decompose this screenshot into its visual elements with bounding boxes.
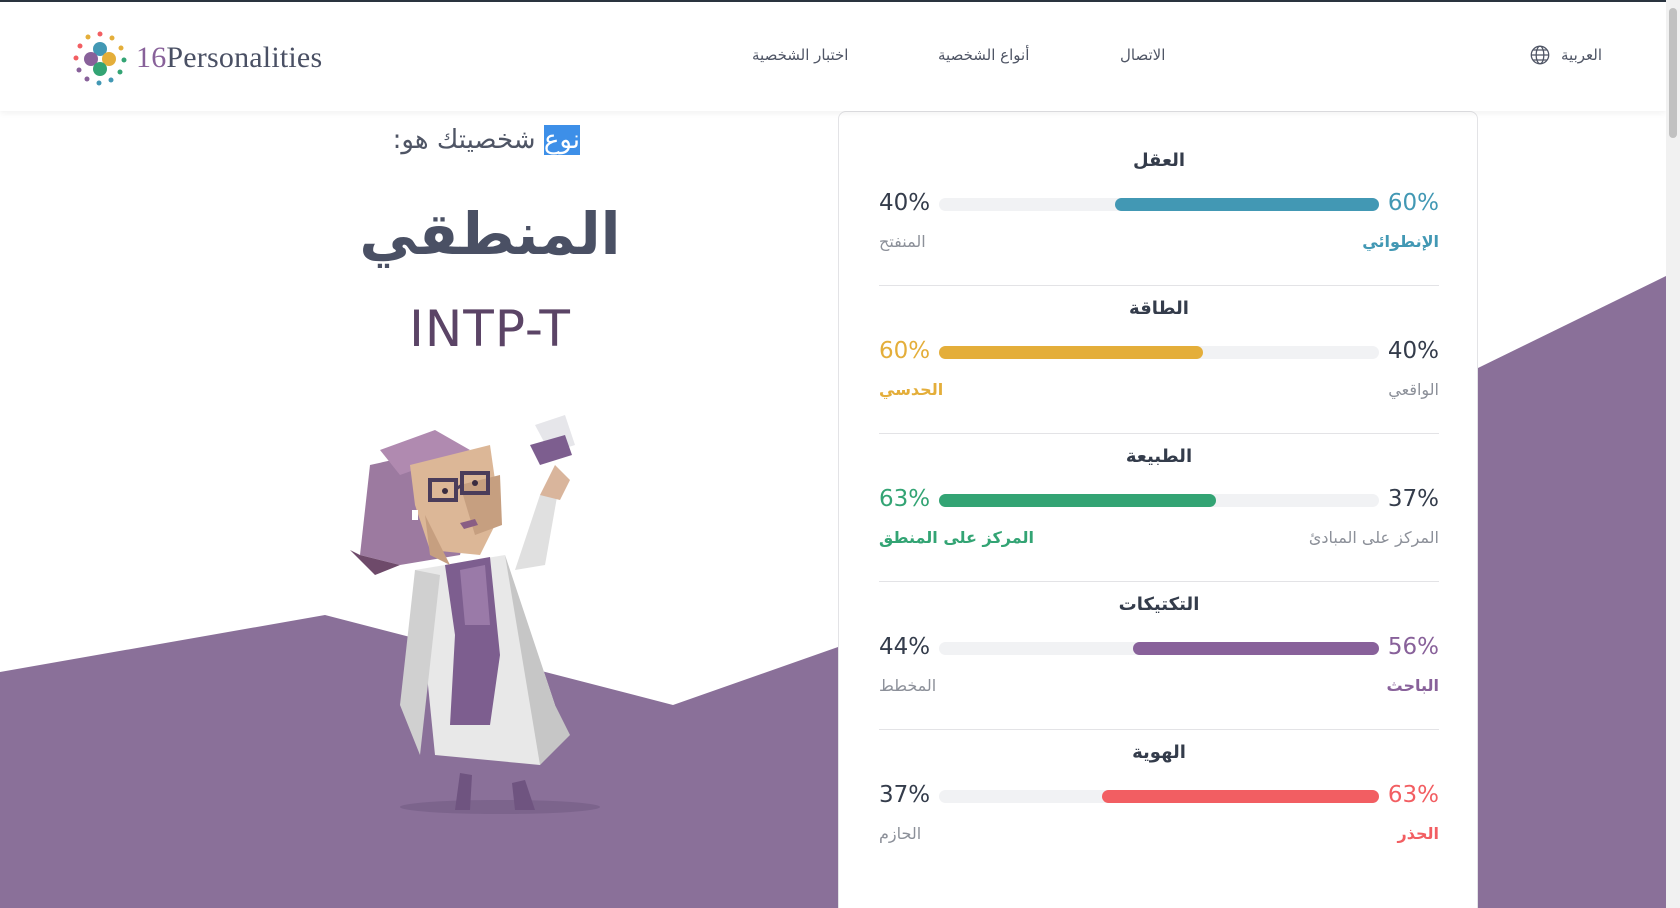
globe-icon [1530, 45, 1550, 65]
trait-left-label: المنفتح [879, 232, 926, 251]
scrollbar[interactable] [1666, 0, 1680, 908]
trait-row: الطبيعة 63% 37% المركز على المنطق المركز على… [879, 446, 1439, 596]
trait-left-percent: 44% [879, 634, 931, 660]
personality-type-name: المنطقي [359, 200, 621, 268]
trait-left-label: المخطط [879, 676, 937, 695]
nav-contact[interactable]: الاتصال [1120, 46, 1165, 64]
trait-right-label: الحذر [1397, 824, 1439, 843]
trait-divider [879, 433, 1439, 434]
trait-bar-track [939, 790, 1379, 803]
trait-bar-fill [1133, 642, 1379, 655]
intro-text: شخصيتك هو: [392, 125, 544, 155]
trait-title: العقل [1132, 150, 1186, 171]
logo-text: 16Personalities [136, 41, 322, 75]
trait-right-percent: 56% [1387, 634, 1439, 660]
trait-left-label: الحدسي [879, 380, 944, 399]
trait-results-card: العقل 40% 60% المنفتح الإنطوائي الطاقة 60% 40% ا… [838, 111, 1478, 908]
result-intro: نوع شخصيتك هو: [380, 125, 580, 155]
trait-right-label: الإنطوائي [1362, 232, 1439, 251]
language-label: العربية [1561, 46, 1602, 64]
trait-left-label: المركز على المنطق [879, 528, 1034, 547]
trait-divider [879, 285, 1439, 286]
trait-left-label: الحازم [879, 824, 922, 843]
trait-left-percent: 63% [879, 486, 931, 512]
personality-type-code: INTP-T [409, 300, 571, 358]
trait-divider [879, 581, 1439, 582]
trait-title: الهوية [1132, 742, 1186, 763]
language-selector[interactable]: العربية [1529, 44, 1602, 66]
trait-bar-track [939, 346, 1379, 359]
trait-right-percent: 60% [1387, 190, 1439, 216]
trait-title: الطاقة [1129, 298, 1189, 319]
selected-text: نوع [543, 125, 580, 155]
trait-bar-track [939, 494, 1379, 507]
trait-bar-fill [939, 494, 1216, 507]
scientist-illustration [350, 415, 600, 814]
trait-left-percent: 37% [879, 782, 931, 808]
trait-bar-fill [939, 346, 1203, 359]
scrollbar-thumb[interactable] [1669, 8, 1677, 138]
trait-row: التكتيكات 44% 56% المخطط الباحث [879, 594, 1439, 744]
trait-right-label: الواقعي [1388, 380, 1439, 399]
trait-right-label: الباحث [1386, 676, 1440, 695]
trait-divider [879, 729, 1439, 730]
nav-personality-test[interactable]: اختبار الشخصية [752, 46, 848, 64]
trait-title: التكتيكات [1118, 594, 1200, 615]
trait-row: العقل 40% 60% المنفتح الإنطوائي [879, 150, 1439, 300]
logo-link[interactable]: 16Personalities [72, 30, 322, 86]
trait-bar-fill [1115, 198, 1379, 211]
trait-row: الطاقة 60% 40% الحدسي الواقعي [879, 298, 1439, 448]
logo-mark-icon [73, 31, 127, 86]
trait-right-percent: 63% [1387, 782, 1439, 808]
trait-right-percent: 40% [1387, 338, 1439, 364]
site-header: 16Personalities اختبار الشخصية أنواع الش… [0, 2, 1666, 111]
trait-row: الهوية 37% 63% الحازم الحذر [879, 742, 1439, 892]
trait-title: الطبيعة [1125, 446, 1193, 467]
logo-number: 16 [136, 41, 167, 74]
trait-right-label: المركز على المبادئ [1308, 528, 1439, 547]
logo-name: Personalities [166, 41, 323, 74]
trait-left-percent: 40% [879, 190, 931, 216]
trait-bar-track [939, 642, 1379, 655]
trait-bar-fill [1102, 790, 1379, 803]
trait-left-percent: 60% [879, 338, 931, 364]
trait-bar-track [939, 198, 1379, 211]
trait-right-percent: 37% [1387, 486, 1439, 512]
nav-personality-types[interactable]: أنواع الشخصية [938, 46, 1029, 64]
